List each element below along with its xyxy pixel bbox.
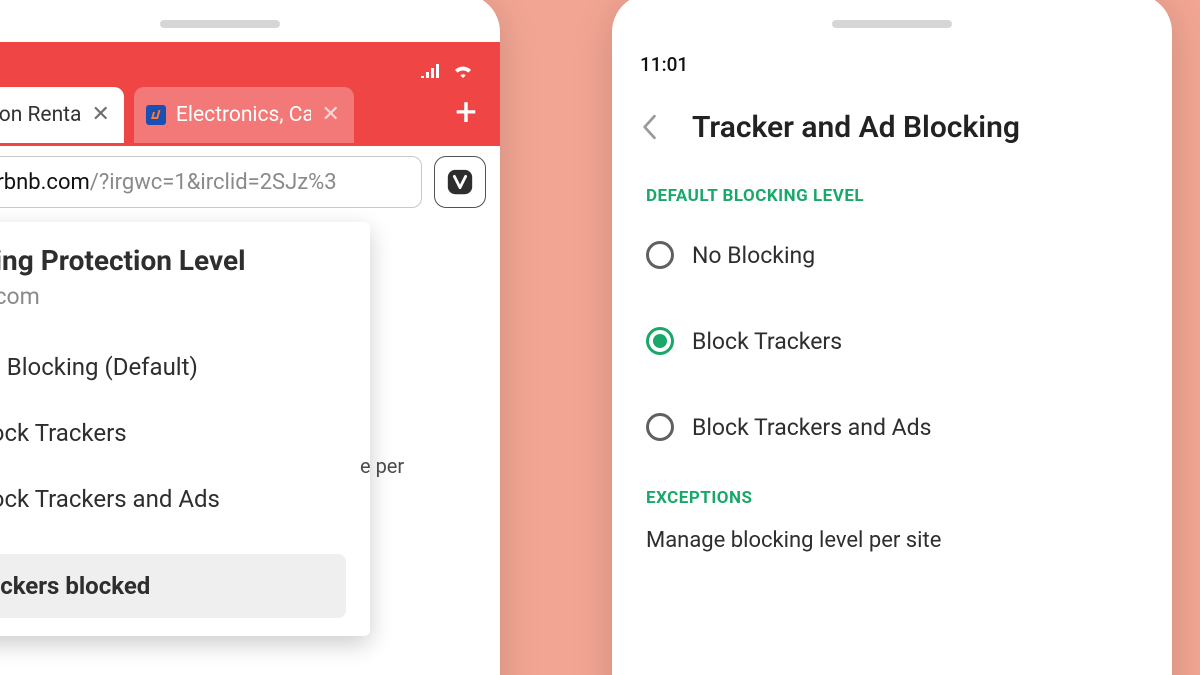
wifi-icon [452, 62, 474, 78]
radio-label: Block Trackers and Ads [0, 485, 220, 513]
radio-block-trackers[interactable]: Block Trackers [622, 298, 1162, 384]
trackers-blocked-summary[interactable]: 10 Trackers blocked [0, 554, 346, 618]
radio-block-trackers-ads[interactable]: Block Trackers and Ads [622, 384, 1162, 470]
radio-label: Block Trackers [0, 419, 127, 447]
panel-site: airbnb.com [0, 283, 346, 310]
signal-icon [420, 62, 442, 78]
radio-icon [646, 241, 674, 269]
tab-favicon-icon [146, 105, 166, 125]
radio-label: Block Trackers [692, 328, 842, 355]
settings-body: No Blocking Block Trackers Block Tracker… [612, 212, 1172, 470]
phone-left-browser: Vacation Renta ✕ Electronics, Ca ✕ + air… [0, 0, 500, 675]
vivaldi-icon [445, 167, 475, 197]
radio-no-blocking[interactable]: No Blocking (Default) [0, 334, 346, 400]
address-bar[interactable]: airbnb.com/?irgwc=1&irclid=2SJz%3 [0, 156, 422, 208]
status-icons [420, 62, 474, 78]
radio-block-trackers[interactable]: Block Trackers [0, 400, 346, 466]
section-exceptions: EXCEPTIONS [612, 470, 1172, 514]
phone-speaker [160, 20, 280, 28]
address-bar-row: airbnb.com/?irgwc=1&irclid=2SJz%3 [0, 146, 500, 220]
tab-label: Electronics, Ca [176, 103, 312, 127]
radio-block-trackers-ads[interactable]: Block Trackers and Ads [0, 466, 346, 532]
radio-icon [646, 327, 674, 355]
page-title: Tracker and Ad Blocking [692, 110, 1020, 145]
radio-label: No Blocking (Default) [0, 353, 198, 381]
radio-label: No Blocking [692, 242, 815, 269]
browser-header: Vacation Renta ✕ Electronics, Ca ✕ + [0, 42, 500, 146]
obscured-text: e per [360, 454, 404, 478]
tab-inactive[interactable]: Electronics, Ca ✕ [134, 87, 354, 143]
tab-close-icon[interactable]: ✕ [91, 104, 109, 126]
new-tab-button[interactable]: + [446, 96, 486, 136]
phone-right-settings: 11:01 Tracker and Ad Blocking DEFAULT BL… [612, 0, 1172, 675]
radio-no-blocking[interactable]: No Blocking [622, 212, 1162, 298]
settings-header: Tracker and Ad Blocking [612, 86, 1172, 168]
tabs-row: Vacation Renta ✕ Electronics, Ca ✕ + [0, 84, 500, 146]
status-time: 11:01 [640, 53, 688, 76]
radio-label: Block Trackers and Ads [692, 414, 932, 441]
tab-label: Vacation Renta [0, 103, 81, 127]
protection-level-panel: Blocking Protection Level airbnb.com No … [0, 222, 370, 636]
phone-speaker [832, 20, 952, 28]
section-default-blocking: DEFAULT BLOCKING LEVEL [612, 168, 1172, 212]
chevron-left-icon [641, 114, 657, 140]
radio-icon [646, 413, 674, 441]
url-text: airbnb.com/?irgwc=1&irclid=2SJz%3 [0, 170, 407, 195]
tab-close-icon[interactable]: ✕ [321, 104, 339, 126]
vivaldi-menu-button[interactable] [434, 156, 486, 208]
panel-title: Blocking Protection Level [0, 244, 346, 277]
exceptions-manage-item[interactable]: Manage blocking level per site [612, 514, 1172, 567]
status-row: 11:01 [612, 42, 1172, 86]
tab-active[interactable]: Vacation Renta ✕ [0, 87, 124, 143]
back-button[interactable] [634, 112, 664, 142]
